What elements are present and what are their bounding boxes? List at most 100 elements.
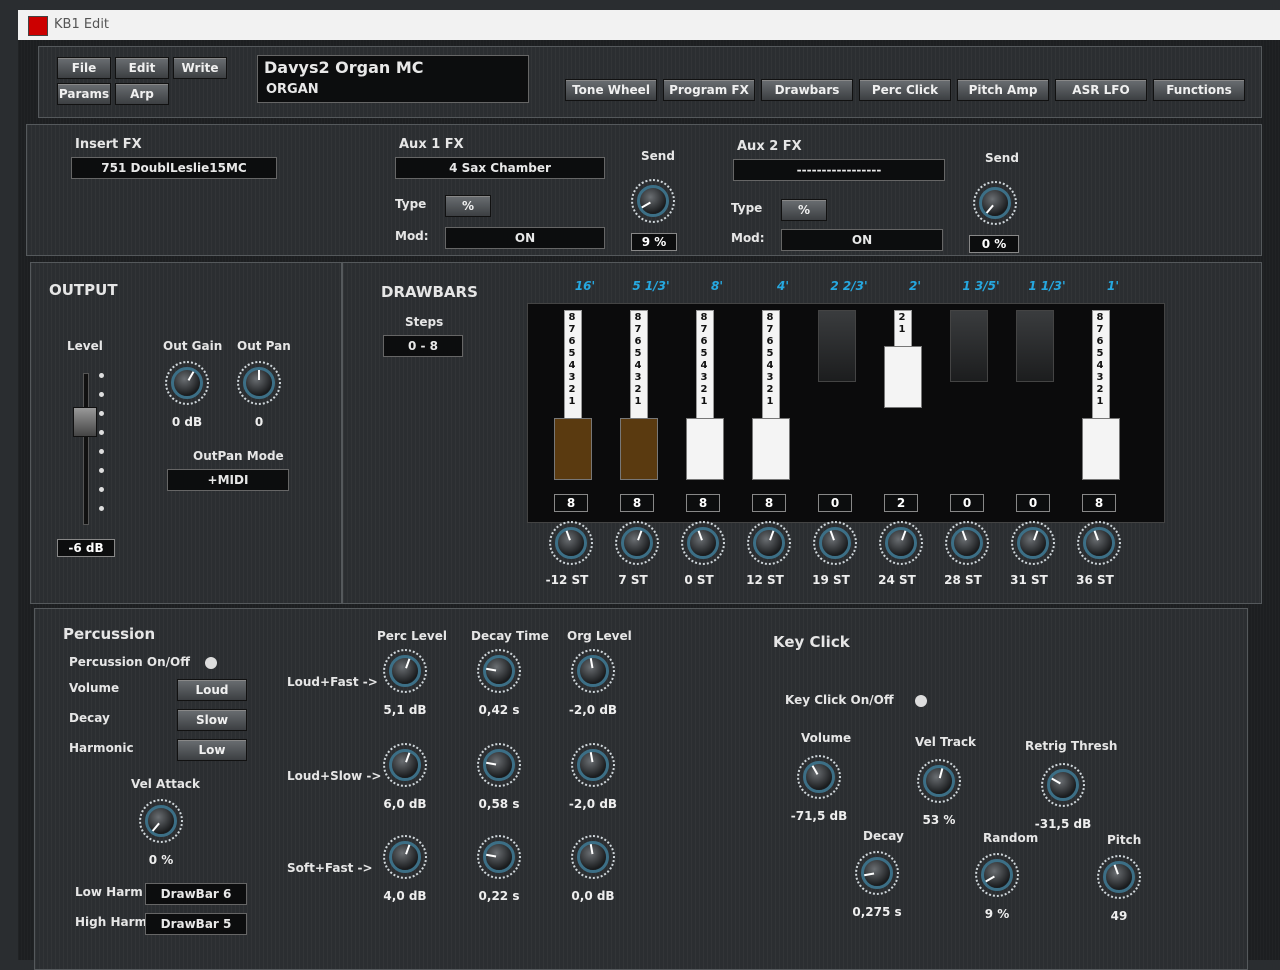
drawbar-handle[interactable]: [818, 310, 856, 382]
decay-time-knob[interactable]: [477, 743, 521, 787]
transpose-knob[interactable]: [1011, 521, 1055, 565]
drawbar-handle[interactable]: [1016, 310, 1054, 382]
drawbar-scale-number: 6: [1096, 336, 1104, 347]
org-level-knob[interactable]: [571, 835, 615, 879]
kc-retrig-knob[interactable]: [1041, 763, 1085, 807]
write-button[interactable]: Write: [173, 57, 227, 79]
drawbar[interactable]: [818, 310, 856, 490]
transpose-knob[interactable]: [813, 521, 857, 565]
drawbars-panel: DRAWBARS Steps 0 - 8 16' 5 1/3' 8' 4' 2 2/3'…: [342, 262, 1262, 604]
level-slider-thumb[interactable]: [73, 407, 97, 437]
knob-body: [389, 841, 421, 873]
tab-tone-wheel[interactable]: Tone Wheel: [565, 79, 657, 101]
drawbar-handle[interactable]: [554, 418, 592, 480]
out-gain-knob[interactable]: [165, 361, 209, 405]
perc-level-knob[interactable]: [383, 835, 427, 879]
org-level-knob[interactable]: [571, 743, 615, 787]
arp-button[interactable]: Arp: [115, 83, 169, 105]
tab-drawbars[interactable]: Drawbars: [761, 79, 853, 101]
drawbar-scale-number: 1: [1096, 396, 1104, 407]
drawbar[interactable]: 87654321: [620, 310, 658, 490]
aux1-mod-field[interactable]: ON: [445, 227, 605, 249]
output-title: OUTPUT: [49, 281, 118, 299]
drawbar[interactable]: 87654321: [554, 310, 592, 490]
vel-attack-knob[interactable]: [139, 799, 183, 843]
kc-random-label: Random: [983, 831, 1039, 845]
program-name: Davys2 Organ MC: [264, 58, 424, 77]
tab-pitch-amp[interactable]: Pitch Amp: [957, 79, 1049, 101]
drawbar-handle[interactable]: [620, 418, 658, 480]
steps-select[interactable]: 0 - 8: [383, 335, 463, 357]
keyclick-onoff-led[interactable]: [915, 695, 927, 707]
params-button[interactable]: Params: [57, 83, 111, 105]
tab-functions[interactable]: Functions: [1153, 79, 1245, 101]
drawbar-handle[interactable]: [1082, 418, 1120, 480]
drawbar[interactable]: 87654321: [752, 310, 790, 490]
edit-button[interactable]: Edit: [115, 57, 169, 79]
kc-decay-label: Decay: [863, 829, 904, 843]
aux1-type-button[interactable]: %: [445, 195, 491, 217]
perc-onoff-led[interactable]: [205, 657, 217, 669]
kc-pitch-knob[interactable]: [1097, 855, 1141, 899]
outpan-mode-select[interactable]: +MIDI: [167, 469, 289, 491]
transpose-knob[interactable]: [615, 521, 659, 565]
kc-decay-knob[interactable]: [855, 851, 899, 895]
drawbar[interactable]: 87654321: [686, 310, 724, 490]
kc-veltrack-value: 53 %: [922, 813, 956, 827]
drawbar[interactable]: [950, 310, 988, 490]
perc-decay-button[interactable]: Slow: [177, 709, 247, 731]
high-harm-select[interactable]: DrawBar 5: [145, 913, 247, 935]
knob-body: [753, 527, 785, 559]
program-display[interactable]: Davys2 Organ MC ORGAN: [257, 55, 529, 103]
drawbar-scale-number: 8: [766, 312, 774, 323]
aux2-select[interactable]: -----------------: [733, 159, 945, 181]
drawbar-scale-number: 3: [634, 372, 642, 383]
kc-random-knob[interactable]: [975, 853, 1019, 897]
tab-program-fx[interactable]: Program FX: [663, 79, 755, 101]
knob-body: [389, 655, 421, 687]
kc-volume-value: -71,5 dB: [790, 809, 848, 823]
perc-level-knob[interactable]: [383, 649, 427, 693]
drawbar-handle[interactable]: [884, 346, 922, 408]
tab-perc-click[interactable]: Perc Click: [859, 79, 951, 101]
perc-level-knob[interactable]: [383, 743, 427, 787]
drawbar-value: 8: [554, 494, 588, 512]
footage-label: 2 2/3': [830, 279, 868, 293]
drawbar-handle[interactable]: [686, 418, 724, 480]
out-pan-knob[interactable]: [237, 361, 281, 405]
drawbar-handle[interactable]: [950, 310, 988, 382]
transpose-knob[interactable]: [747, 521, 791, 565]
insert-fx-select[interactable]: 751 DoublLeslie15MC: [71, 157, 277, 179]
drawbar[interactable]: [1016, 310, 1054, 490]
transpose-knob[interactable]: [879, 521, 923, 565]
file-button[interactable]: File: [57, 57, 111, 79]
aux2-type-button[interactable]: %: [781, 199, 827, 221]
drawbar-handle[interactable]: [752, 418, 790, 480]
kc-volume-knob[interactable]: [797, 755, 841, 799]
tab-asr-lfo[interactable]: ASR LFO: [1055, 79, 1147, 101]
perc-volume-button[interactable]: Loud: [177, 679, 247, 701]
level-slider[interactable]: [71, 373, 111, 525]
aux2-mod-label: Mod:: [731, 231, 765, 245]
decay-time-knob[interactable]: [477, 835, 521, 879]
aux2-mod-field[interactable]: ON: [781, 229, 943, 251]
org-level-knob[interactable]: [571, 649, 615, 693]
decay-time-knob[interactable]: [477, 649, 521, 693]
transpose-knob[interactable]: [945, 521, 989, 565]
keyclick-title: Key Click: [773, 633, 850, 651]
transpose-knob[interactable]: [549, 521, 593, 565]
perc-harmonic-button[interactable]: Low: [177, 739, 247, 761]
drawbar[interactable]: 21: [884, 310, 922, 490]
low-harm-select[interactable]: DrawBar 6: [145, 883, 247, 905]
decay-time-value: 0,22 s: [478, 889, 520, 903]
aux2-send-knob[interactable]: [973, 181, 1017, 225]
drawbar[interactable]: 87654321: [1082, 310, 1120, 490]
drawbar-scale-number: 8: [568, 312, 576, 323]
aux1-send-knob[interactable]: [631, 179, 675, 223]
transpose-knob[interactable]: [1077, 521, 1121, 565]
kc-veltrack-knob[interactable]: [917, 759, 961, 803]
aux1-select[interactable]: 4 Sax Chamber: [395, 157, 605, 179]
transpose-knob[interactable]: [681, 521, 725, 565]
perc-level-value: 6,0 dB: [383, 797, 427, 811]
knob-body: [1083, 527, 1115, 559]
